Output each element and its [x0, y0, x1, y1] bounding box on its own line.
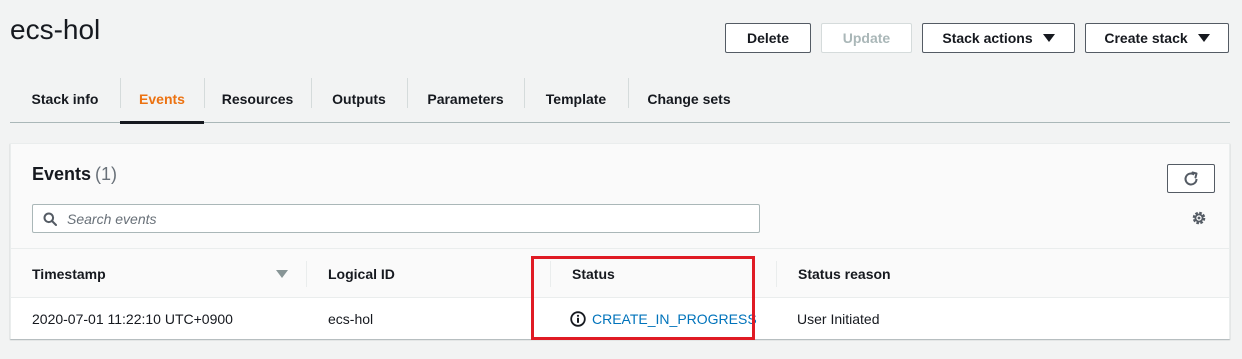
search-input[interactable] — [67, 210, 727, 227]
gear-icon[interactable] — [1190, 209, 1208, 227]
update-button[interactable]: Update — [821, 23, 912, 53]
cell-timestamp: 2020-07-01 11:22:10 UTC+0900 — [32, 311, 233, 327]
column-header-logical-id[interactable]: Logical ID — [328, 249, 395, 298]
column-header-timestamp[interactable]: Timestamp — [32, 249, 106, 298]
table-row: 2020-07-01 11:22:10 UTC+0900 ecs-hol CRE… — [11, 299, 1229, 339]
table-header: Timestamp Logical ID Status Status reaso… — [11, 249, 1229, 298]
cell-status-reason: User Initiated — [797, 311, 880, 327]
tab-stack-info[interactable]: Stack info — [10, 74, 120, 123]
search-icon — [43, 212, 57, 226]
delete-button[interactable]: Delete — [725, 23, 811, 53]
column-divider — [776, 261, 777, 287]
events-panel: Events(1) Timestamp Logical ID Status — [10, 143, 1230, 339]
update-button-label: Update — [842, 30, 891, 46]
sort-caret-icon[interactable] — [276, 270, 288, 278]
stack-actions-button[interactable]: Stack actions — [922, 23, 1075, 53]
column-header-status[interactable]: Status — [572, 249, 615, 298]
info-icon — [570, 311, 586, 327]
status-text: CREATE_IN_PROGRESS — [592, 311, 757, 327]
tab-change-sets[interactable]: Change sets — [628, 74, 750, 123]
page-title: ecs-hol — [10, 14, 101, 45]
caret-down-icon — [1042, 34, 1055, 42]
create-stack-label: Create stack — [1104, 30, 1188, 46]
status-link[interactable]: CREATE_IN_PROGRESS — [570, 311, 757, 327]
refresh-icon — [1184, 171, 1198, 185]
tab-outputs[interactable]: Outputs — [311, 74, 407, 123]
events-title: Events — [32, 164, 92, 184]
column-divider — [550, 261, 551, 287]
refresh-button[interactable] — [1167, 164, 1215, 193]
column-divider — [306, 261, 307, 287]
caret-down-icon — [1197, 34, 1210, 42]
search-box[interactable] — [32, 204, 760, 233]
cell-logical-id: ecs-hol — [328, 311, 374, 327]
tab-parameters[interactable]: Parameters — [407, 74, 524, 123]
tab-resources[interactable]: Resources — [204, 74, 311, 123]
tab-template[interactable]: Template — [524, 74, 628, 123]
events-count: (1) — [95, 164, 118, 184]
delete-button-label: Delete — [746, 30, 790, 46]
cell-status: CREATE_IN_PROGRESS — [570, 299, 757, 339]
column-header-status-reason[interactable]: Status reason — [798, 249, 891, 298]
stack-actions-label: Stack actions — [942, 30, 1033, 46]
events-panel-header: Events (1) — [11, 144, 1229, 249]
events-heading: Events (1) — [32, 164, 117, 185]
tab-bar: Stack info Events Resources Outputs Para… — [10, 74, 1230, 124]
tab-events[interactable]: Events — [120, 74, 204, 124]
create-stack-button[interactable]: Create stack — [1085, 23, 1229, 53]
